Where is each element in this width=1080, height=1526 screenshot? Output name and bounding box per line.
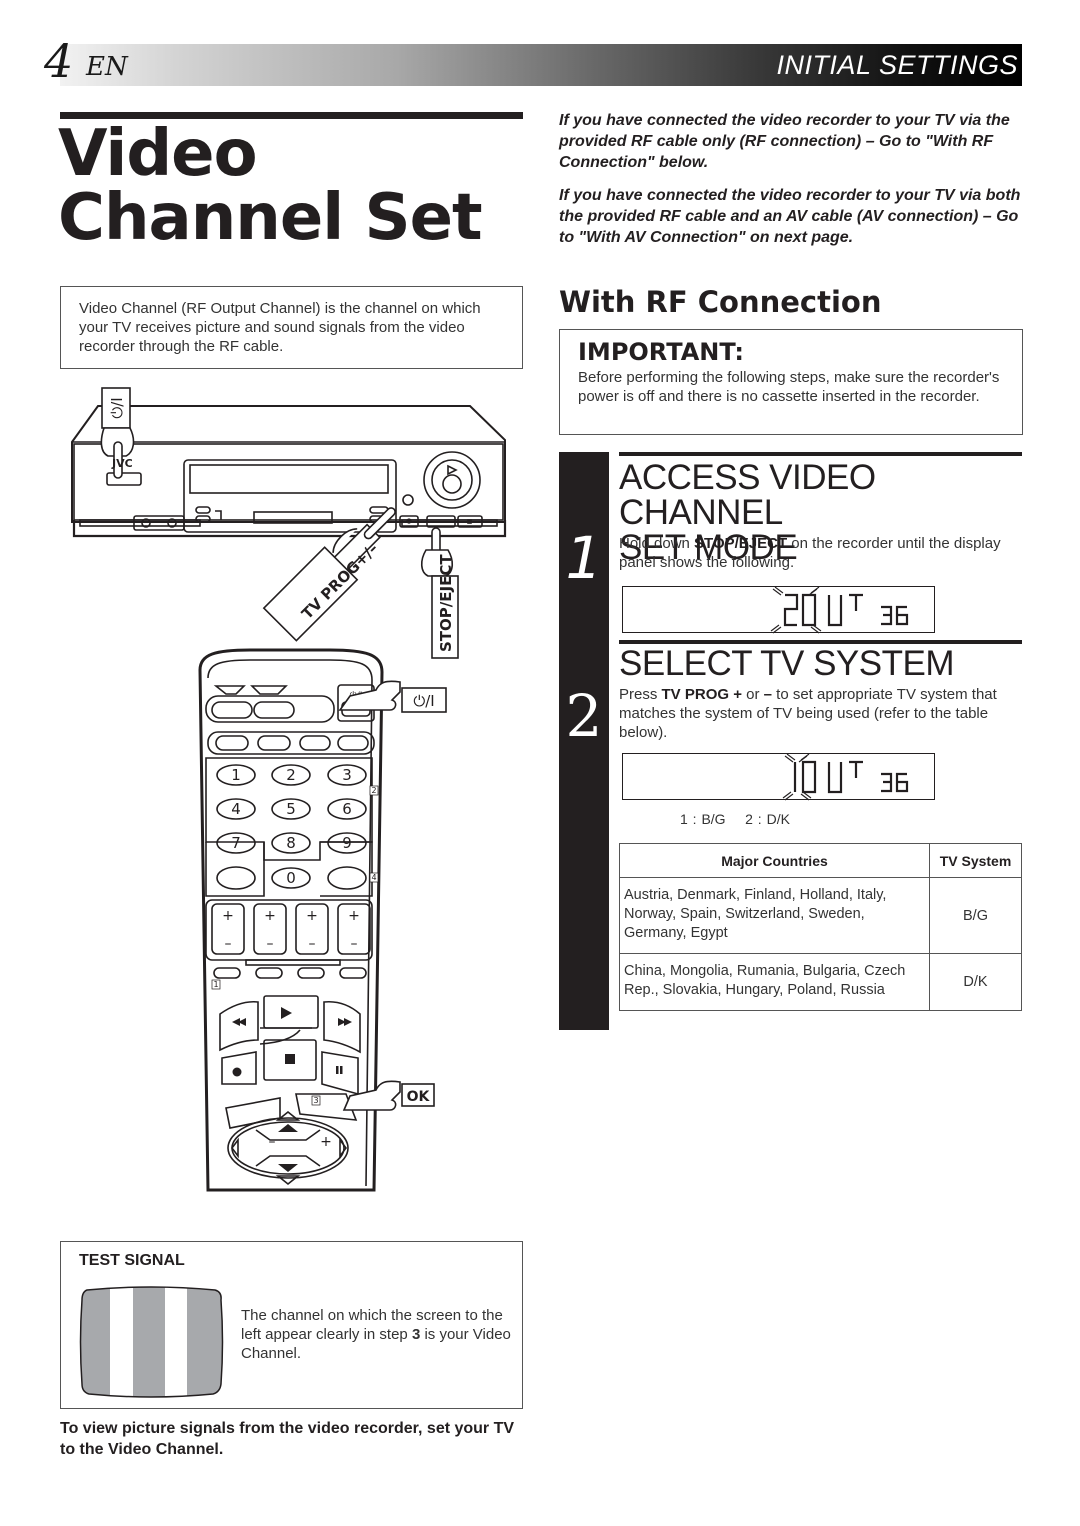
key-3: 3	[342, 766, 352, 784]
table-row: Austria, Denmark, Finland, Holland, Ital…	[619, 877, 1022, 954]
step-1-display	[622, 586, 935, 634]
page-language: EN	[86, 52, 128, 82]
key-0: 0	[286, 869, 296, 887]
test-signal-title: TEST SIGNAL	[79, 1252, 185, 1269]
key-1: 1	[231, 766, 241, 784]
page-title: Video Channel Set	[58, 117, 483, 255]
step-2-number: 2	[565, 682, 603, 750]
svg-text:+: +	[320, 1134, 332, 1150]
vcr-remote-illustration: ⏻/I JVC TV PROG+/– STOP/EJECT 1 2 3 4 5 …	[71, 387, 507, 1192]
test-signal-screen-icon	[79, 1286, 224, 1398]
important-text: Before performing the following steps, m…	[578, 369, 1000, 405]
system-cell: D/K	[929, 953, 1022, 1011]
step-1-rule	[619, 452, 1022, 456]
test-signal-text: The channel on which the screen to the l…	[241, 1307, 511, 1362]
key-6: 6	[342, 800, 352, 818]
system-cell: B/G	[929, 877, 1022, 954]
lcd-segments	[782, 754, 909, 801]
section-title: INITIAL SETTINGS	[776, 50, 1018, 80]
svg-text:–: –	[269, 1134, 276, 1150]
remote-power-label: ⏻/I	[413, 692, 434, 710]
brand-logo: JVC	[111, 457, 133, 470]
lcd-segments	[770, 587, 909, 634]
footer-note: To view picture signals from the video r…	[60, 1420, 515, 1458]
svg-text:–: –	[267, 936, 274, 952]
rf-connection-note: If you have connected the video recorder…	[559, 112, 1010, 171]
vcr-icon	[71, 405, 507, 538]
svg-text:+: +	[222, 908, 234, 924]
important-title: IMPORTANT:	[578, 338, 745, 366]
page-title-line1: Video	[58, 117, 258, 191]
key-9: 9	[342, 834, 352, 852]
key-7: 7	[231, 834, 241, 852]
svg-text:–: –	[225, 936, 232, 952]
page-title-line2: Channel Set	[58, 181, 483, 255]
marker-4: 4	[371, 873, 376, 882]
header-major-countries: Major Countries	[619, 843, 930, 878]
tv-system-legend: 1 : B/G 2 : D/K	[680, 811, 790, 827]
table-header-row: Major Countries TV System	[619, 843, 1022, 878]
marker-2: 2	[371, 786, 376, 795]
important-box: IMPORTANT: Before performing the followi…	[559, 329, 1023, 435]
step-1-text: Hold down STOP/EJECT on the recorder unt…	[619, 535, 1001, 571]
step-2-heading: SELECT TV SYSTEM	[619, 644, 954, 683]
countries-cell: Austria, Denmark, Finland, Holland, Ital…	[619, 877, 930, 954]
svg-text:–: –	[309, 936, 316, 952]
step-2-display	[622, 753, 935, 801]
key-8: 8	[286, 834, 296, 852]
ok-label: OK	[407, 1089, 431, 1105]
intro-box: Video Channel (RF Output Channel) is the…	[60, 286, 523, 369]
tv-system-table: Major Countries TV System Austria, Denma…	[619, 843, 1022, 1011]
av-connection-note: If you have connected the video recorder…	[559, 187, 1021, 246]
step-2-text: Press TV PROG + or – to set appropriate …	[619, 686, 997, 741]
stop-eject-label: STOP/EJECT	[437, 554, 455, 652]
svg-text:–: –	[351, 936, 358, 952]
header-tv-system: TV System	[929, 843, 1022, 878]
rf-section-heading: With RF Connection	[559, 285, 882, 319]
countries-cell: China, Mongolia, Rumania, Bulgaria, Czec…	[619, 953, 930, 1011]
step-1-number: 1	[565, 524, 603, 592]
marker-3: 3	[313, 1096, 318, 1105]
svg-text:+: +	[348, 908, 360, 924]
key-2: 2	[286, 766, 296, 784]
key-5: 5	[286, 800, 296, 818]
intro-text: Video Channel (RF Output Channel) is the…	[79, 300, 481, 355]
svg-text:+: +	[306, 908, 318, 924]
svg-text:+: +	[264, 908, 276, 924]
table-row: China, Mongolia, Rumania, Bulgaria, Czec…	[619, 953, 1022, 1011]
svg-text:⏻/I: ⏻/I	[108, 397, 126, 418]
page-number: 4	[44, 34, 74, 88]
key-4: 4	[231, 800, 241, 818]
test-signal-box: TEST SIGNAL The channel on which the scr…	[60, 1241, 523, 1409]
marker-1: 1	[213, 980, 218, 989]
